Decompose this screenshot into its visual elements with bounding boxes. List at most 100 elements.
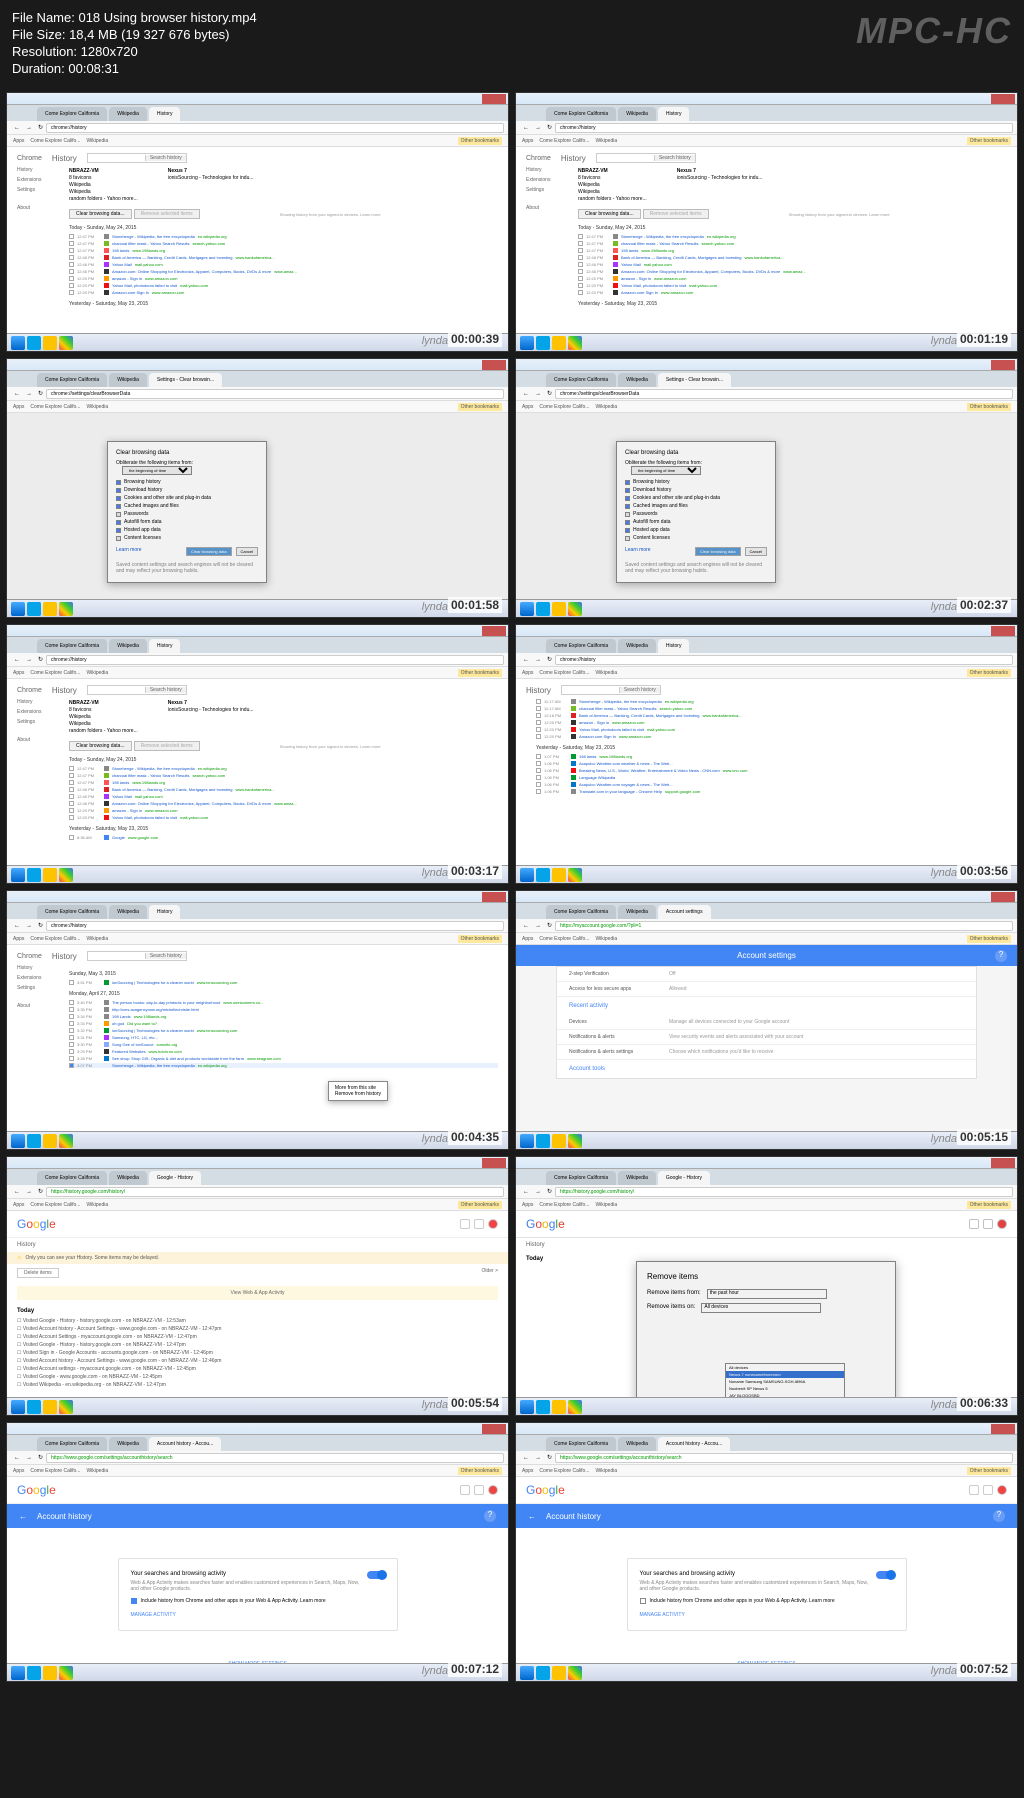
- ie-icon[interactable]: [27, 336, 41, 350]
- chrome-icon[interactable]: [59, 336, 73, 350]
- row-checkbox[interactable]: [69, 262, 74, 267]
- activity-toggle[interactable]: [367, 1571, 385, 1579]
- row-checkbox[interactable]: [536, 775, 541, 780]
- row-checkbox[interactable]: [578, 248, 583, 253]
- history-row[interactable]: 3:34 PM198 Lands www.198lands.org: [69, 1014, 498, 1019]
- delete-items-btn[interactable]: Delete items: [17, 1268, 59, 1278]
- history-row[interactable]: 12:20 PMamazon - Sign in www.amazon.com: [69, 276, 498, 281]
- history-item[interactable]: ☐ Visited Wikipedia - en.wikipedia.org -…: [17, 1382, 498, 1388]
- history-row[interactable]: 12:47 PM198 lands www.198lands.org: [69, 780, 498, 785]
- history-row[interactable]: 1:07 PM198 lands www.198lands.org: [536, 754, 1007, 759]
- history-row[interactable]: 12:46 PMYahoo Mail mail.yahoo.com: [69, 262, 498, 267]
- row-checkbox[interactable]: [69, 1000, 74, 1005]
- row-checkbox[interactable]: [536, 768, 541, 773]
- view-activity-banner[interactable]: View Web & App Activity: [17, 1286, 498, 1300]
- history-row[interactable]: 12:20 PMYahoo Mail, photodoors failed to…: [69, 815, 498, 820]
- history-row[interactable]: 12:20 PMamazon - Sign in www.amazon.com: [578, 276, 1007, 281]
- history-row[interactable]: 12:20 PMYahoo Mail, photodoors failed to…: [69, 283, 498, 288]
- history-row[interactable]: 12:46 PMBank of America — Banking, Credi…: [69, 255, 498, 260]
- sidebar-history[interactable]: History: [17, 167, 57, 173]
- history-row[interactable]: 12:47 PMcharcoal filter mask - Yahoo Sea…: [69, 773, 498, 778]
- sidebar-extensions[interactable]: Extensions: [17, 177, 57, 183]
- history-row[interactable]: 12:46 PMAmazon.com: Online Shopping for …: [69, 269, 498, 274]
- row-checkbox[interactable]: [69, 815, 74, 820]
- avatar-icon[interactable]: [488, 1219, 498, 1229]
- help-icon[interactable]: ?: [995, 950, 1007, 962]
- row-checkbox[interactable]: [69, 801, 74, 806]
- sidebar-about[interactable]: About: [17, 205, 57, 211]
- bell-icon[interactable]: [474, 1219, 484, 1229]
- history-row[interactable]: 3:33 PMoh god Did you want to?: [69, 1021, 498, 1026]
- history-row[interactable]: 3:35 PMhttp://cms.acagencynow.org/michel…: [69, 1007, 498, 1012]
- sidebar-settings[interactable]: Settings: [17, 187, 57, 193]
- history-row[interactable]: 3:29 PMFeatured Websites www.hcichron.co…: [69, 1049, 498, 1054]
- row-checkbox[interactable]: [578, 283, 583, 288]
- history-row[interactable]: 3:40 PMThe person books: day-to-day prin…: [69, 1000, 498, 1005]
- cancel-btn[interactable]: Cancel: [236, 547, 258, 556]
- row-checkbox[interactable]: [69, 1014, 74, 1019]
- ctx-remove-history[interactable]: Remove from history: [335, 1091, 381, 1097]
- row-checkbox[interactable]: [69, 787, 74, 792]
- row-checkbox[interactable]: [536, 727, 541, 732]
- row-checkbox[interactable]: [69, 1021, 74, 1026]
- history-row[interactable]: 3:32 PMionSourcing | Technologies for a …: [69, 1028, 498, 1033]
- row-checkbox[interactable]: [69, 808, 74, 813]
- row-checkbox[interactable]: [69, 241, 74, 246]
- row-checkbox[interactable]: [69, 255, 74, 260]
- row-checkbox[interactable]: [69, 773, 74, 778]
- row-checkbox[interactable]: [536, 720, 541, 725]
- row-checkbox[interactable]: [69, 234, 74, 239]
- history-row[interactable]: 12:20 PMAmazon.com Sign In www.amazon.co…: [536, 734, 1007, 739]
- history-row[interactable]: 12:47 PMStonehenge - Wikipedia, the free…: [69, 234, 498, 239]
- other-bookmarks[interactable]: Other bookmarks: [458, 137, 502, 145]
- history-row[interactable]: 12:47 PM198 lands www.198lands.org: [69, 248, 498, 253]
- tab-wikipedia[interactable]: Wikipedia: [109, 107, 147, 121]
- row-checkbox[interactable]: [536, 734, 541, 739]
- row-checkbox[interactable]: [69, 248, 74, 253]
- history-item[interactable]: ☐ Visited Account settings - myaccount.g…: [17, 1366, 498, 1372]
- row-checkbox[interactable]: [578, 269, 583, 274]
- history-row[interactable]: 3:28 PMSee shop; Shop GIS; Organic & die…: [69, 1056, 498, 1061]
- history-row[interactable]: 12:46 PMAmazon.com: Online Shopping for …: [578, 269, 1007, 274]
- history-item[interactable]: ☐ Visited Google - History - history.goo…: [17, 1318, 498, 1324]
- history-row[interactable]: 12:47 PM198 lands www.198lands.org: [578, 248, 1007, 253]
- history-row[interactable]: 12:46 PMAmazon.com: Online Shopping for …: [69, 801, 498, 806]
- back-icon[interactable]: ←: [19, 1512, 27, 1521]
- row-checkbox[interactable]: [69, 794, 74, 799]
- history-row[interactable]: 3:31 PMSamsung, HTC, LG, etc...: [69, 1035, 498, 1040]
- history-row[interactable]: 12:18 PMBank of America — Banking, Credi…: [536, 713, 1007, 718]
- history-row[interactable]: 3:30 PMSong Gee of ionSource ionsinfo.or…: [69, 1042, 498, 1047]
- bookmark-link[interactable]: Come Explore Califo...: [30, 138, 80, 144]
- history-row[interactable]: 1:06 PMAcapulco Weather.com weather & ne…: [536, 761, 1007, 766]
- history-row[interactable]: 12:20 PMYahoo Mail, photodoors failed to…: [578, 283, 1007, 288]
- row-checkbox[interactable]: [69, 283, 74, 288]
- row-checkbox[interactable]: [69, 766, 74, 771]
- row-checkbox[interactable]: [536, 713, 541, 718]
- time-range-select[interactable]: the beginning of time: [122, 466, 192, 475]
- device-option[interactable]: Noname Samsung SAMSUNG-SGH-I896A: [726, 1378, 844, 1385]
- row-checkbox[interactable]: [536, 699, 541, 704]
- help-icon[interactable]: ?: [484, 1510, 496, 1522]
- row-checkbox[interactable]: [69, 1056, 74, 1061]
- history-row[interactable]: 12:20 PMAmazon.com Sign In www.amazon.co…: [69, 290, 498, 295]
- bookmark-link[interactable]: Wikipedia: [86, 138, 108, 144]
- row-checkbox[interactable]: [578, 241, 583, 246]
- history-row[interactable]: 12:47 PMStonehenge - Wikipedia, the free…: [578, 234, 1007, 239]
- device-option[interactable]: Nexus 7 nonecamefromrnom: [726, 1371, 844, 1378]
- history-row[interactable]: 12:20 PMYahoo Mail, photodoors failed to…: [536, 727, 1007, 732]
- tab-history[interactable]: History: [149, 107, 181, 121]
- history-row[interactable]: 12:46 PMBank of America — Banking, Credi…: [578, 255, 1007, 260]
- include-chrome-checkbox[interactable]: [131, 1598, 137, 1604]
- history-row[interactable]: 1:06 PMAcapulco Weather.com voyager & ne…: [536, 782, 1007, 787]
- row-checkbox[interactable]: [69, 1028, 74, 1033]
- history-row[interactable]: 1:06 PMLanguage Wikipedia: [536, 775, 1007, 780]
- history-row[interactable]: 12:46 PMYahoo Mail mail.yahoo.com: [578, 262, 1007, 267]
- history-row[interactable]: 12:47 PMcharcoal filter mask - Yahoo Sea…: [69, 241, 498, 246]
- row-checkbox[interactable]: [578, 234, 583, 239]
- row-checkbox[interactable]: [536, 789, 541, 794]
- history-item[interactable]: ☐ Visited Google - www.google.com - on N…: [17, 1374, 498, 1380]
- history-row[interactable]: 12:20 PMAmazon.com Sign In www.amazon.co…: [578, 290, 1007, 295]
- explorer-icon[interactable]: [43, 336, 57, 350]
- device-option[interactable]: Nooberrit SP Nexus 5: [726, 1385, 844, 1392]
- remove-from-select[interactable]: the past hour: [707, 1289, 827, 1299]
